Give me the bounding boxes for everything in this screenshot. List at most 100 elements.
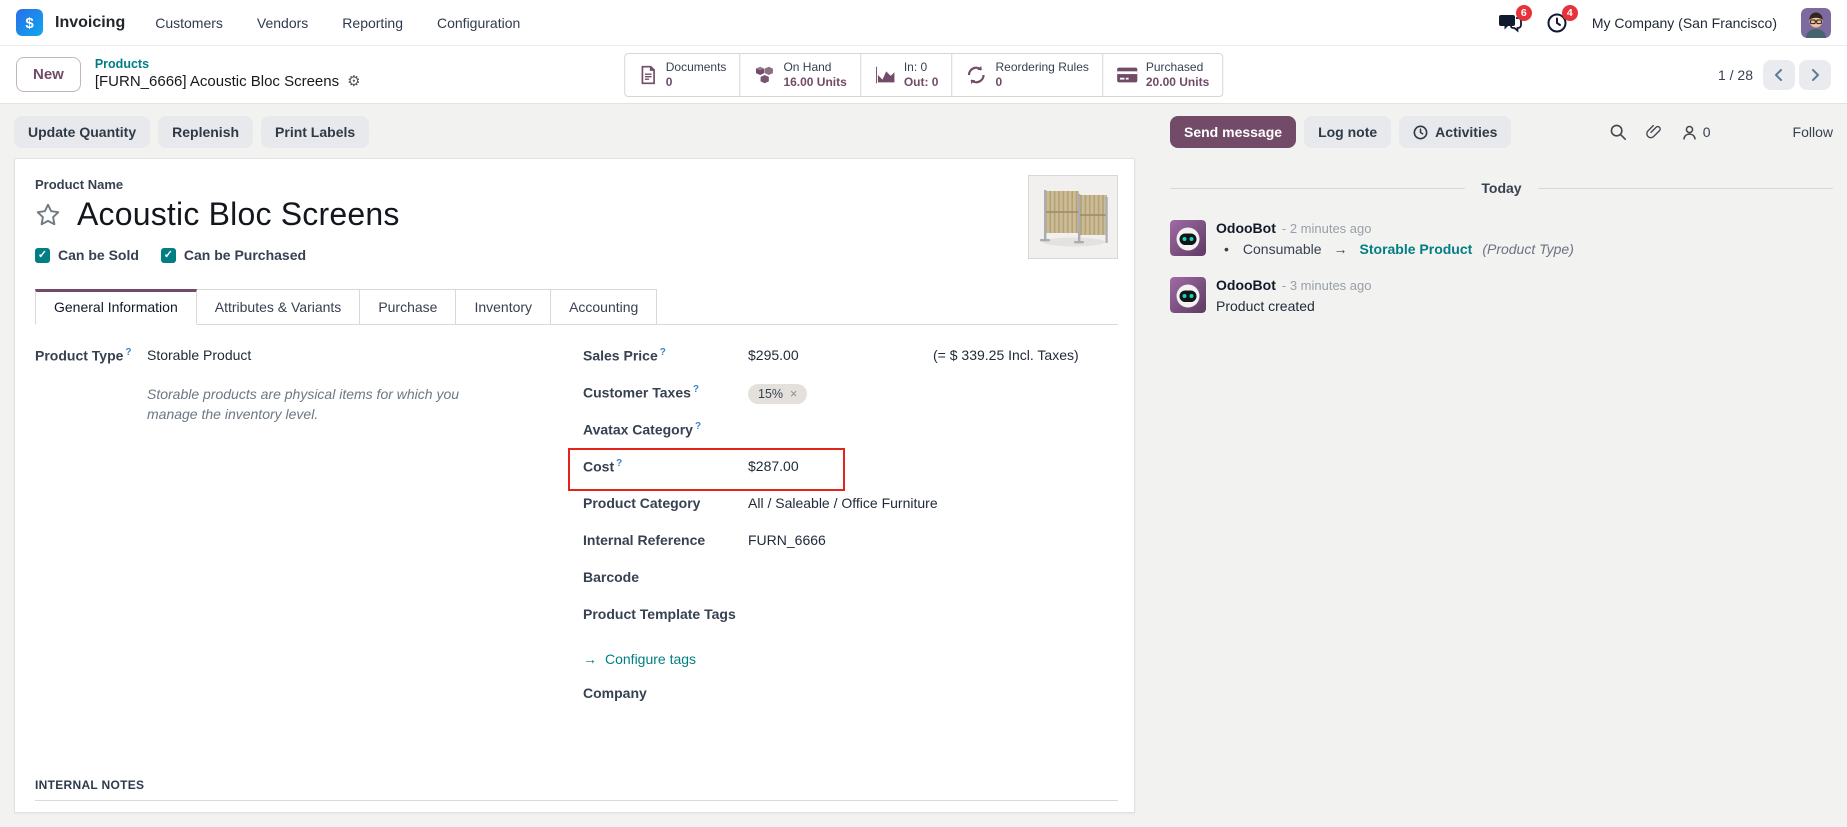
menu-customers[interactable]: Customers <box>155 15 223 31</box>
product-type-label: Product Type? <box>35 347 147 364</box>
odoobot-avatar[interactable] <box>1170 277 1206 313</box>
cost-value[interactable]: $287.00 <box>748 458 799 474</box>
arrow-right-icon: → <box>1334 241 1348 257</box>
date-divider: Today <box>1170 180 1833 196</box>
can-be-sold-label: Can be Sold <box>58 247 139 263</box>
breadcrumb-products-link[interactable]: Products <box>95 57 361 73</box>
internal-reference-label: Internal Reference <box>583 532 748 548</box>
tab-general-information[interactable]: General Information <box>35 289 197 325</box>
arrow-right-icon: → <box>583 651 597 667</box>
product-category-field: Product Category All / Saleable / Office… <box>583 495 1118 516</box>
bullet-icon: • <box>1224 241 1229 257</box>
area-chart-icon <box>874 64 896 86</box>
stat-value: 0 <box>995 75 1088 90</box>
stat-value: 20.00 Units <box>1146 75 1209 90</box>
stat-value: Out: 0 <box>904 75 939 90</box>
template-tags-field: Product Template Tags <box>583 606 1118 627</box>
clock-icon <box>1413 125 1428 140</box>
help-icon[interactable]: ? <box>125 347 131 358</box>
stat-button-group: Documents0 On Hand16.00 Units In: 0Out: … <box>624 53 1224 97</box>
avatax-category-field: Avatax Category? <box>583 421 1118 442</box>
chevron-left-icon <box>1773 68 1785 82</box>
menu-reporting[interactable]: Reporting <box>342 15 403 31</box>
search-messages-button[interactable] <box>1609 123 1627 141</box>
pager-next-button[interactable] <box>1799 60 1831 90</box>
product-type-value[interactable]: Storable Product <box>147 347 251 363</box>
acoustic-screens-picture <box>1029 177 1117 257</box>
update-quantity-button[interactable]: Update Quantity <box>14 116 150 148</box>
form-view: Update Quantity Replenish Print Labels P… <box>0 104 1150 827</box>
message-author[interactable]: OdooBot <box>1216 220 1276 236</box>
template-tags-label: Product Template Tags <box>583 606 748 622</box>
refresh-icon <box>965 64 987 86</box>
can-be-sold-checkbox[interactable]: ✓ Can be Sold <box>35 247 139 263</box>
can-be-purchased-checkbox[interactable]: ✓ Can be Purchased <box>161 247 306 263</box>
activities-badge: 4 <box>1562 5 1578 21</box>
pager-previous-button[interactable] <box>1763 60 1795 90</box>
company-label: Company <box>583 685 748 701</box>
odoobot-avatar[interactable] <box>1170 220 1206 256</box>
credit-card-icon <box>1116 65 1138 85</box>
tracking-new-value: Storable Product <box>1360 241 1473 257</box>
followers-count: 0 <box>1703 124 1711 140</box>
help-icon[interactable]: ? <box>695 421 701 432</box>
avatax-category-label: Avatax Category? <box>583 421 748 438</box>
internal-reference-value[interactable]: FURN_6666 <box>748 532 826 548</box>
tab-attributes-variants[interactable]: Attributes & Variants <box>197 289 361 325</box>
activities-button[interactable]: Activities <box>1399 116 1511 148</box>
remove-tag-icon[interactable]: × <box>790 387 797 401</box>
menu-vendors[interactable]: Vendors <box>257 15 308 31</box>
checkbox-checked-icon: ✓ <box>161 248 176 263</box>
company-switcher[interactable]: My Company (San Francisco) <box>1592 15 1777 31</box>
customer-tax-tag[interactable]: 15% × <box>748 384 807 404</box>
cost-field: Cost? $287.00 <box>583 458 1118 479</box>
sales-price-field: Sales Price? $295.00 (= $ 339.25 Incl. T… <box>583 347 1118 368</box>
app-name[interactable]: Invoicing <box>55 14 125 32</box>
configure-tags-link[interactable]: → Configure tags <box>583 651 696 667</box>
tab-purchase[interactable]: Purchase <box>360 289 456 325</box>
stat-button-on-hand[interactable]: On Hand16.00 Units <box>739 54 859 96</box>
company-field: Company <box>583 685 1118 706</box>
stat-label: Purchased <box>1146 60 1209 75</box>
tab-inventory[interactable]: Inventory <box>456 289 551 325</box>
can-be-purchased-label: Can be Purchased <box>184 247 306 263</box>
tab-accounting[interactable]: Accounting <box>551 289 657 325</box>
menu-configuration[interactable]: Configuration <box>437 15 520 31</box>
log-note-button[interactable]: Log note <box>1304 116 1391 148</box>
cost-label: Cost? <box>583 458 748 475</box>
attachments-button[interactable] <box>1645 123 1663 141</box>
follow-button[interactable]: Follow <box>1793 124 1833 140</box>
help-icon[interactable]: ? <box>616 458 622 469</box>
product-image[interactable] <box>1028 175 1118 259</box>
form-sheet: Product Name Acoustic Bloc Screens <box>14 158 1135 813</box>
stat-button-documents[interactable]: Documents0 <box>625 54 740 96</box>
user-avatar[interactable] <box>1801 8 1831 38</box>
activities-menu[interactable]: 4 <box>1546 12 1568 34</box>
tracking-field-name: (Product Type) <box>1482 241 1574 257</box>
stat-button-purchased[interactable]: Purchased20.00 Units <box>1102 54 1222 96</box>
replenish-button[interactable]: Replenish <box>158 116 253 148</box>
barcode-field: Barcode <box>583 569 1118 590</box>
stat-value: 0 <box>666 75 727 90</box>
stat-button-forecasted[interactable]: In: 0Out: 0 <box>860 54 952 96</box>
new-button[interactable]: New <box>16 57 81 92</box>
stat-button-reordering-rules[interactable]: Reordering Rules0 <box>951 54 1101 96</box>
product-name-label: Product Name <box>35 177 1118 192</box>
help-icon[interactable]: ? <box>660 347 666 358</box>
stat-value: 16.00 Units <box>783 75 846 90</box>
product-title[interactable]: Acoustic Bloc Screens <box>77 196 400 233</box>
message-author[interactable]: OdooBot <box>1216 277 1276 293</box>
help-icon[interactable]: ? <box>693 384 699 395</box>
gear-icon[interactable]: ⚙ <box>347 73 360 92</box>
messages-menu[interactable]: 6 <box>1498 12 1522 34</box>
invoicing-app-icon[interactable]: $ <box>16 9 43 36</box>
stat-label: In: 0 <box>904 60 939 75</box>
breadcrumb: Products [FURN_6666] Acoustic Bloc Scree… <box>95 57 361 91</box>
send-message-button[interactable]: Send message <box>1170 116 1296 148</box>
print-labels-button[interactable]: Print Labels <box>261 116 369 148</box>
favorite-star-icon[interactable] <box>35 202 61 228</box>
sales-price-value[interactable]: $295.00 <box>748 347 933 363</box>
chatter-toolbar: Send message Log note Activities 0 <box>1170 116 1833 148</box>
product-category-value[interactable]: All / Saleable / Office Furniture <box>748 495 938 511</box>
followers-button[interactable]: 0 <box>1681 124 1711 141</box>
